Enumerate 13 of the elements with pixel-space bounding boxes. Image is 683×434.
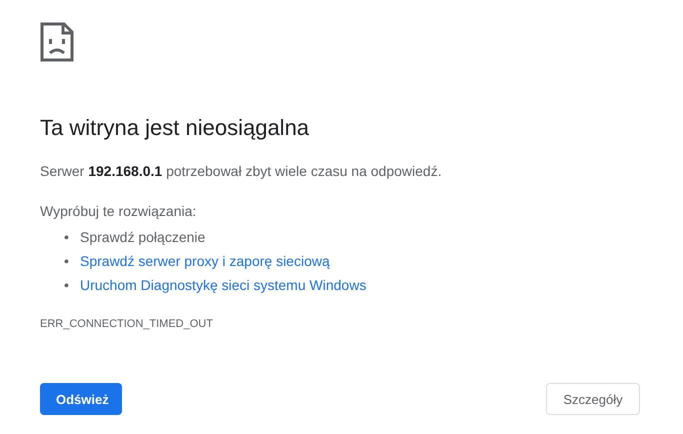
error-code: ERR_CONNECTION_TIMED_OUT [40, 318, 213, 330]
suggestions-heading: Wypróbuj te rozwiązania: [40, 202, 196, 221]
details-button[interactable]: Szczegóły [546, 383, 640, 415]
error-message: Serwer 192.168.0.1 potrzebował zbyt wiele czasu na odpowiedź. [40, 162, 443, 181]
bullet: • [64, 252, 70, 271]
bullet: • [64, 276, 70, 295]
reload-button[interactable]: Odśwież [40, 383, 122, 415]
bullet: • [64, 228, 70, 247]
suggestion-link[interactable]: Sprawdź serwer proxy i zaporę sieciową [80, 249, 330, 273]
suggestion-link[interactable]: Uruchom Diagnostykę sieci systemu Windows [80, 273, 366, 297]
suggestion-text: Sprawdź połączenie [80, 228, 206, 247]
sad-page-icon [40, 22, 74, 62]
page-title: Ta witryna jest nieosiągalna [40, 114, 310, 142]
